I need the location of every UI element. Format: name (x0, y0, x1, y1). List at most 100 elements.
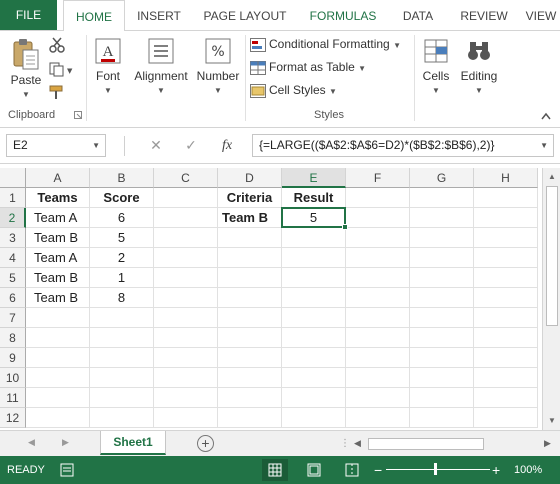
row-header-9[interactable]: 9 (0, 348, 26, 368)
cell-b1[interactable]: Score (90, 188, 154, 208)
cell-d4[interactable] (218, 248, 282, 268)
normal-view-button[interactable] (262, 459, 288, 481)
cell-b12[interactable] (90, 408, 154, 428)
page-layout-view-icon[interactable] (307, 463, 321, 477)
cell-e1[interactable]: Result (282, 188, 346, 208)
tab-file[interactable]: FILE (0, 0, 57, 30)
cell-b6[interactable]: 8 (90, 288, 154, 308)
cell-g12[interactable] (410, 408, 474, 428)
cell-d12[interactable] (218, 408, 282, 428)
cell-f5[interactable] (346, 268, 410, 288)
row-header-8[interactable]: 8 (0, 328, 26, 348)
cell-d2[interactable]: Team B (218, 208, 282, 228)
cell-a8[interactable] (26, 328, 90, 348)
collapse-ribbon-icon[interactable] (540, 111, 552, 121)
format-painter-icon[interactable] (48, 84, 66, 100)
cell-c4[interactable] (154, 248, 218, 268)
cell-f1[interactable] (346, 188, 410, 208)
cell-styles-button[interactable]: Cell Styles ▼ (250, 83, 337, 103)
worksheet-grid[interactable]: A B C D E F G H 1 Teams Score Criteria Result 2 Team A… (0, 168, 542, 430)
cell-a4[interactable]: Team A (26, 248, 90, 268)
name-box-dropdown-icon[interactable]: ▼ (92, 135, 100, 156)
font-button[interactable]: A Font ▼ (89, 37, 127, 95)
cell-c10[interactable] (154, 368, 218, 388)
editing-button[interactable]: Editing ▼ (458, 37, 500, 95)
row-header-5[interactable]: 5 (0, 268, 26, 288)
cell-f2[interactable] (346, 208, 410, 228)
editing-dropdown-icon[interactable]: ▼ (458, 86, 500, 95)
cell-a1[interactable]: Teams (26, 188, 90, 208)
row-header-11[interactable]: 11 (0, 388, 26, 408)
cell-f9[interactable] (346, 348, 410, 368)
conditional-formatting-button[interactable]: Conditional Formatting ▼ (250, 37, 401, 57)
cell-e9[interactable] (282, 348, 346, 368)
cell-c9[interactable] (154, 348, 218, 368)
zoom-out-icon[interactable]: − (374, 456, 382, 484)
sheet-next-icon[interactable]: ▶ (62, 437, 69, 448)
cell-h9[interactable] (474, 348, 538, 368)
zoom-in-icon[interactable]: + (492, 456, 500, 484)
cell-h6[interactable] (474, 288, 538, 308)
formula-input[interactable]: {=LARGE(($A$2:$A$6=D2)*($B$2:$B$6),2)} ▼ (252, 134, 554, 157)
cell-a3[interactable]: Team B (26, 228, 90, 248)
tab-home[interactable]: HOME (63, 0, 125, 31)
cell-d6[interactable] (218, 288, 282, 308)
cell-f7[interactable] (346, 308, 410, 328)
cell-g11[interactable] (410, 388, 474, 408)
column-header-b[interactable]: B (90, 168, 154, 188)
cell-b8[interactable] (90, 328, 154, 348)
tab-data[interactable]: DATA (393, 0, 443, 30)
cell-h10[interactable] (474, 368, 538, 388)
cell-f12[interactable] (346, 408, 410, 428)
column-header-d[interactable]: D (218, 168, 282, 188)
macro-record-icon[interactable] (60, 463, 74, 477)
cell-e7[interactable] (282, 308, 346, 328)
tab-view[interactable]: VIEW (521, 0, 560, 30)
sheet-tab-sheet1[interactable]: Sheet1 (100, 431, 166, 455)
cell-b2[interactable]: 6 (90, 208, 154, 228)
cell-f8[interactable] (346, 328, 410, 348)
column-header-f[interactable]: F (346, 168, 410, 188)
cell-a6[interactable]: Team B (26, 288, 90, 308)
cell-h11[interactable] (474, 388, 538, 408)
cell-c11[interactable] (154, 388, 218, 408)
cell-h4[interactable] (474, 248, 538, 268)
cell-d5[interactable] (218, 268, 282, 288)
column-header-c[interactable]: C (154, 168, 218, 188)
scroll-left-icon[interactable]: ◀ (354, 438, 361, 449)
cell-f10[interactable] (346, 368, 410, 388)
cell-g6[interactable] (410, 288, 474, 308)
cancel-icon[interactable]: ✕ (145, 134, 167, 157)
horizontal-scrollbar[interactable]: ◀ ▶ (348, 436, 558, 452)
cell-h1[interactable] (474, 188, 538, 208)
cell-g3[interactable] (410, 228, 474, 248)
column-header-a[interactable]: A (26, 168, 90, 188)
cell-g1[interactable] (410, 188, 474, 208)
cell-a2[interactable]: Team A (26, 208, 90, 228)
cell-b3[interactable]: 5 (90, 228, 154, 248)
cell-c7[interactable] (154, 308, 218, 328)
cell-f3[interactable] (346, 228, 410, 248)
cell-b9[interactable] (90, 348, 154, 368)
cell-h3[interactable] (474, 228, 538, 248)
vertical-scroll-thumb[interactable] (546, 186, 558, 326)
column-header-e[interactable]: E (282, 168, 346, 188)
row-header-10[interactable]: 10 (0, 368, 26, 388)
tab-review[interactable]: REVIEW (455, 0, 513, 30)
column-header-g[interactable]: G (410, 168, 474, 188)
tab-page-layout[interactable]: PAGE LAYOUT (196, 0, 294, 30)
format-as-table-button[interactable]: Format as Table ▼ (250, 60, 366, 80)
cell-d9[interactable] (218, 348, 282, 368)
insert-function-icon[interactable]: fx (216, 134, 238, 157)
cell-e6[interactable] (282, 288, 346, 308)
cell-g2[interactable] (410, 208, 474, 228)
number-button[interactable]: % Number ▼ (194, 37, 242, 95)
cell-e11[interactable] (282, 388, 346, 408)
enter-icon[interactable]: ✓ (180, 134, 202, 157)
row-header-1[interactable]: 1 (0, 188, 26, 208)
cell-d1[interactable]: Criteria (218, 188, 282, 208)
row-header-2[interactable]: 2 (0, 208, 26, 228)
cell-g10[interactable] (410, 368, 474, 388)
cell-a10[interactable] (26, 368, 90, 388)
alignment-dropdown-icon[interactable]: ▼ (131, 86, 191, 95)
